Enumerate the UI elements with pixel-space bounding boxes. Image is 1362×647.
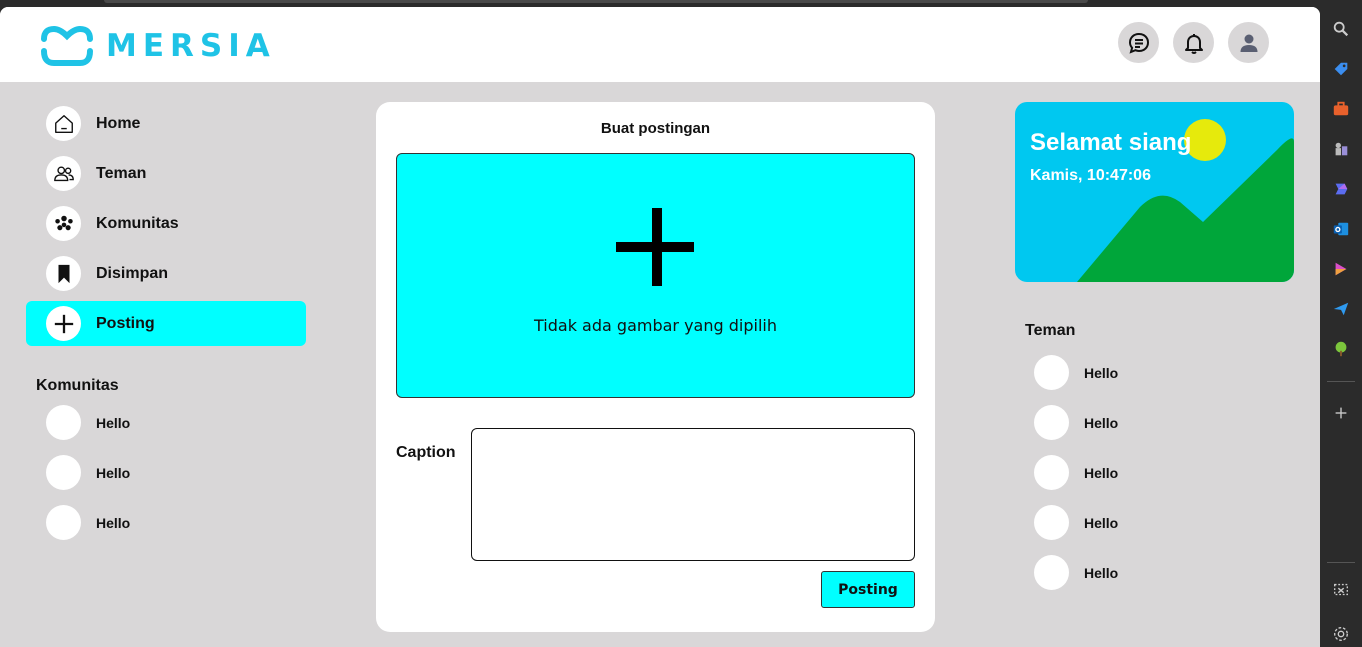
friends-title: Teman <box>1025 322 1076 339</box>
friends-icon-wrap <box>46 156 81 191</box>
image-upload-area[interactable]: Tidak ada gambar yang dipilih <box>396 153 915 398</box>
nav-posting-label: Posting <box>96 314 155 332</box>
tab-strip <box>104 0 1088 3</box>
browser-sidebar <box>1320 0 1362 647</box>
posting-button[interactable]: Posting <box>821 571 915 608</box>
search-icon[interactable] <box>1331 19 1351 39</box>
bookmark-icon-wrap <box>46 256 81 291</box>
greeting-card: Selamat siang Kamis, 10:47:06 <box>1015 102 1294 282</box>
friend-label: Hello <box>1084 364 1119 381</box>
settings-icon[interactable] <box>1331 624 1351 644</box>
friend-label: Hello <box>1084 464 1119 481</box>
sidebar-divider <box>1327 562 1355 563</box>
nav-friends[interactable]: Teman <box>26 151 306 196</box>
tree-icon[interactable] <box>1331 339 1351 359</box>
friend-label: Hello <box>1084 414 1119 431</box>
messages-button[interactable] <box>1118 22 1159 63</box>
nav-community-label: Komunitas <box>96 214 179 232</box>
community-item[interactable]: Hello <box>46 505 130 540</box>
nav-community[interactable]: Komunitas <box>26 201 306 246</box>
friend-item[interactable]: Hello <box>1034 355 1118 390</box>
friend-avatar <box>1034 505 1069 540</box>
friend-item[interactable]: Hello <box>1034 555 1118 590</box>
send-icon[interactable] <box>1331 299 1351 319</box>
friend-avatar <box>1034 455 1069 490</box>
brand-name: MERSIA <box>106 28 276 64</box>
friend-avatar <box>1034 355 1069 390</box>
add-icon[interactable] <box>1331 403 1351 423</box>
nav-home-label: Home <box>96 114 141 132</box>
no-image-text: Tidak ada gambar yang dipilih <box>534 316 777 335</box>
nav-saved[interactable]: Disimpan <box>26 251 306 296</box>
create-post-title: Buat postingan <box>600 120 711 137</box>
designer-icon[interactable] <box>1331 259 1351 279</box>
brand-logo[interactable]: MERSIA <box>40 25 276 67</box>
community-item[interactable]: Hello <box>46 455 130 490</box>
add-image-icon <box>616 208 696 288</box>
friend-label: Hello <box>1084 514 1119 531</box>
logo-icon <box>41 25 93 66</box>
friend-label: Hello <box>1084 564 1119 581</box>
community-icon-wrap <box>46 206 81 241</box>
screenshot-icon[interactable] <box>1331 580 1351 600</box>
community-avatar <box>46 505 81 540</box>
chat-icon <box>1128 32 1149 54</box>
nav-posting[interactable]: Posting <box>26 301 306 346</box>
create-post-card: Buat postingan Tidak ada gambar yang dip… <box>376 102 935 632</box>
friend-item[interactable]: Hello <box>1034 505 1118 540</box>
briefcase-icon[interactable] <box>1331 99 1351 119</box>
greeting-text: Selamat siang <box>1030 129 1192 156</box>
sidebar-divider <box>1327 381 1355 382</box>
friend-item[interactable]: Hello <box>1034 405 1118 440</box>
plus-icon <box>54 314 73 333</box>
notifications-button[interactable] <box>1173 22 1214 63</box>
user-icon <box>1240 34 1257 52</box>
community-icon <box>54 215 73 230</box>
tag-icon[interactable] <box>1331 59 1351 79</box>
community-label: Hello <box>96 414 131 431</box>
top-header: MERSIA <box>0 7 1320 82</box>
copilot-icon[interactable] <box>1331 179 1351 199</box>
app-window: MERSIA Home Teman Komunitas Disimpan Pos… <box>0 7 1320 647</box>
profile-button[interactable] <box>1228 22 1269 63</box>
friend-item[interactable]: Hello <box>1034 455 1118 490</box>
caption-label: Caption <box>396 444 456 461</box>
nav-friends-label: Teman <box>96 164 147 182</box>
chess-icon[interactable] <box>1331 139 1351 159</box>
friend-avatar <box>1034 405 1069 440</box>
community-label: Hello <box>96 514 131 531</box>
home-icon <box>54 114 73 133</box>
bell-icon <box>1184 33 1203 54</box>
friends-icon <box>53 165 74 181</box>
nav-saved-label: Disimpan <box>96 264 169 282</box>
community-avatar <box>46 405 81 440</box>
community-avatar <box>46 455 81 490</box>
datetime-text: Kamis, 10:47:06 <box>1030 167 1151 184</box>
nav-home[interactable]: Home <box>26 101 306 146</box>
community-item[interactable]: Hello <box>46 405 130 440</box>
friend-avatar <box>1034 555 1069 590</box>
communities-title: Komunitas <box>36 377 119 394</box>
caption-input[interactable] <box>471 428 915 561</box>
home-icon-wrap <box>46 106 81 141</box>
community-label: Hello <box>96 464 131 481</box>
bookmark-icon <box>58 264 69 283</box>
outlook-icon[interactable] <box>1331 219 1351 239</box>
plus-icon-wrap <box>46 306 81 341</box>
